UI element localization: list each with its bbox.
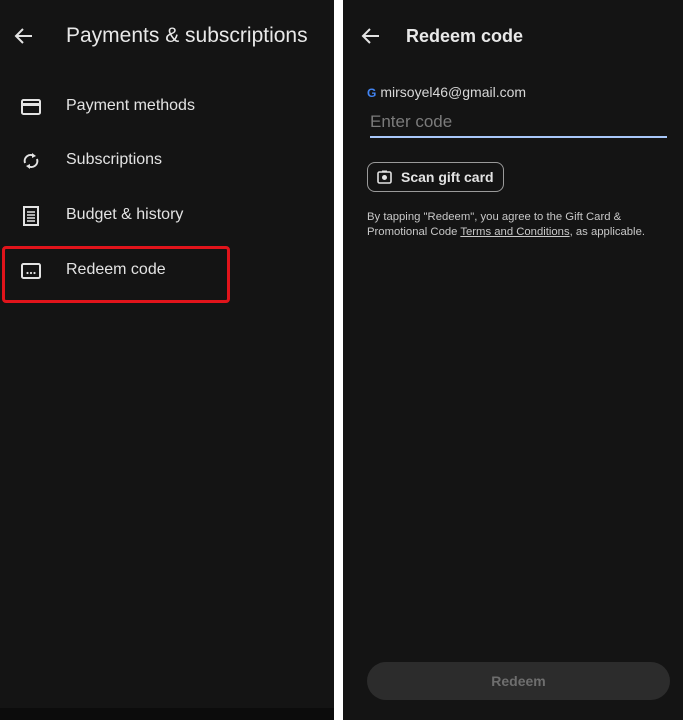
google-logo-icon: G [367, 86, 377, 100]
menu-item-label: Subscriptions [66, 151, 163, 168]
menu-item-payment-methods[interactable]: Payment methods [0, 82, 334, 132]
credit-card-icon [21, 99, 41, 115]
navigation-bar [0, 708, 334, 720]
scan-gift-card-button[interactable]: Scan gift card [367, 162, 504, 192]
terms-suffix: , as applicable. [569, 226, 645, 238]
camera-icon [377, 170, 392, 184]
back-arrow-icon[interactable] [359, 26, 383, 46]
menu-item-subscriptions[interactable]: Subscriptions [0, 136, 334, 186]
account-email: mirsoyel46@gmail.com [380, 84, 527, 100]
redeem-button[interactable]: Redeem [367, 662, 670, 700]
redeem-code-screen: Redeem code Gmirsoyel46@gmail.com Scan g… [343, 0, 683, 720]
account-info: Gmirsoyel46@gmail.com [367, 84, 526, 100]
terms-text: By tapping "Redeem", you agree to the Gi… [367, 210, 677, 240]
back-arrow-icon[interactable] [12, 26, 36, 46]
menu-item-budget-history[interactable]: Budget & history [0, 191, 334, 241]
menu-item-label: Payment methods [66, 97, 195, 114]
page-title: Redeem code [406, 26, 524, 46]
receipt-icon [23, 206, 39, 226]
code-input[interactable] [370, 108, 667, 138]
highlight-box [2, 246, 230, 303]
terms-link[interactable]: Terms and Conditions [460, 226, 569, 238]
scan-gift-card-label: Scan gift card [401, 169, 494, 185]
sync-icon [23, 153, 39, 169]
menu-item-label: Budget & history [66, 206, 184, 223]
page-title: Payments & subscriptions [66, 24, 308, 47]
payments-subscriptions-screen: Payments & subscriptions Payment methods… [0, 0, 334, 720]
